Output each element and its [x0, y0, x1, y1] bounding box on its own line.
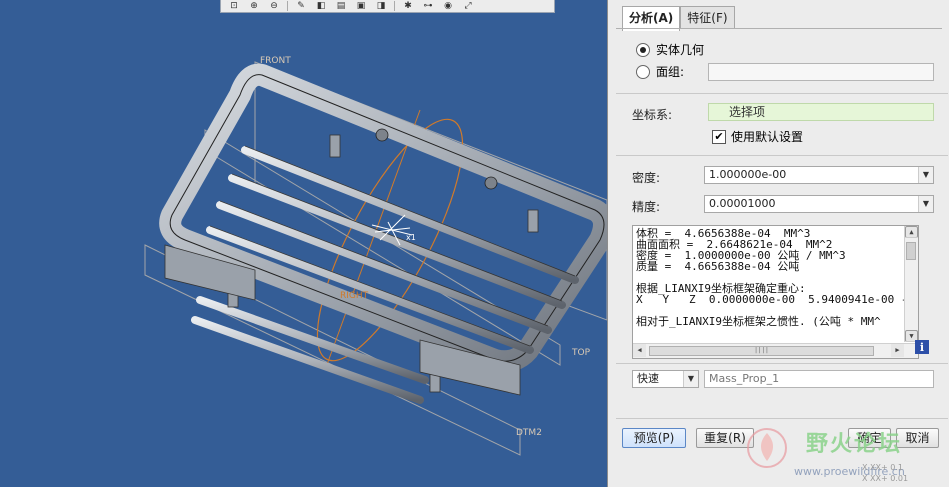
checkmark-icon: ✔ [712, 129, 726, 144]
section-divider [616, 93, 948, 94]
quilt-collector[interactable] [708, 63, 934, 81]
info-icon[interactable]: i [915, 340, 929, 354]
watermark-title: 野火论坛 [806, 432, 903, 457]
scroll-thumb[interactable] [906, 242, 916, 260]
scroll-up-icon[interactable]: ▲ [905, 226, 918, 238]
scroll-thumb[interactable]: |||| [649, 346, 874, 356]
top-datum-label: TOP [571, 348, 591, 358]
mass-properties-panel: 分析(A) 特征(F) 实体几何 面组: 坐标系: 选择项 ✔ 使用默认设置 密… [607, 0, 949, 487]
results-textbox[interactable]: 体积 = 4.6656388e-04 MM^3 曲面面积 = 2.6648621… [632, 225, 919, 359]
right-datum-label: RIGHT [340, 291, 369, 301]
solid-geometry-radio[interactable]: 实体几何 [636, 41, 704, 58]
use-default-checkbox[interactable]: ✔ 使用默认设置 [712, 128, 803, 145]
quilt-radio[interactable]: 面组: [636, 63, 684, 80]
csys-collector[interactable]: 选择项 [708, 103, 934, 121]
cancel-button[interactable]: 取消 [896, 428, 939, 448]
watermark-logo [742, 425, 792, 471]
annotation-display-icon[interactable]: ⊶ [419, 1, 437, 12]
result-line: X Y Z 0.0000000e-00 5.9400941e-00 -4 [636, 293, 915, 306]
model-graphics[interactable]: FRONT TOP RIGHT DTM2 x1 [0, 0, 607, 487]
vertical-scrollbar[interactable]: ▲ ▼ [904, 226, 918, 342]
csys-label: x1 [406, 233, 416, 242]
flame-logo-icon [747, 428, 787, 468]
result-line: 相对于_LIANXI9坐标框架之惯性. (公吨 * MM^ [636, 315, 881, 328]
chevron-down-icon: ▼ [918, 196, 933, 212]
horizontal-scrollbar[interactable]: ◀ |||| ▶ [633, 343, 918, 358]
zoom-out-icon[interactable]: ⊖ [265, 1, 283, 12]
density-dropdown[interactable]: 1.000000e-00 ▼ [704, 166, 934, 184]
density-label: 密度: [632, 171, 661, 185]
section-divider [616, 155, 948, 156]
chevron-down-icon: ▼ [918, 167, 933, 183]
csys-label: 坐标系: [632, 108, 673, 122]
tab-feature[interactable]: 特征(F) [680, 6, 735, 29]
density-value: 1.000000e-00 [709, 168, 787, 181]
datum-display-icon[interactable]: ◨ [372, 1, 390, 12]
saved-views-icon[interactable]: ▤ [332, 1, 350, 12]
accuracy-dropdown[interactable]: 0.00001000 ▼ [704, 195, 934, 213]
toolbar-divider [394, 1, 395, 11]
use-default-label: 使用默认设置 [731, 130, 804, 144]
radio-selected-icon [636, 42, 650, 57]
scroll-left-icon[interactable]: ◀ [633, 344, 646, 357]
watermark-sub1: X XX+ 0.1 [862, 463, 903, 472]
analysis-name-field[interactable]: Mass_Prop_1 [704, 370, 934, 388]
mode-value: 快速 [637, 372, 659, 385]
front-datum-label: FRONT [260, 56, 291, 66]
preview-button[interactable]: 预览(P) [622, 428, 686, 448]
model-viewport[interactable]: FRONT TOP RIGHT DTM2 x1 ⊡ ⊕ ⊖ ✎ ◧ ▤ ▣ ◨ … [0, 0, 607, 487]
accuracy-label: 精度: [632, 200, 661, 214]
point-display-icon[interactable]: ◉ [439, 1, 457, 12]
spin-center-icon[interactable]: ✱ [399, 1, 417, 12]
quilt-label: 面组: [656, 65, 685, 79]
tab-divider [616, 28, 942, 29]
radio-unselected-icon [636, 64, 650, 79]
view-manager-icon[interactable]: ◧ [312, 1, 330, 12]
repaint-icon[interactable]: ✎ [292, 1, 310, 12]
graphics-toolbar: ⊡ ⊕ ⊖ ✎ ◧ ▤ ▣ ◨ ✱ ⊶ ◉ ⤢ [220, 0, 555, 13]
watermark-sub2: X XX+ 0.01 [862, 474, 909, 483]
dtm2-datum-label: DTM2 [516, 428, 542, 438]
section-divider [616, 363, 948, 364]
scroll-right-icon[interactable]: ▶ [891, 344, 904, 357]
toolbar-divider [287, 1, 288, 11]
zoom-fit-icon[interactable]: ⊡ [225, 1, 243, 12]
mode-dropdown[interactable]: 快速 ▼ [632, 370, 699, 388]
solid-geometry-label: 实体几何 [656, 43, 705, 57]
section-divider [616, 418, 948, 419]
display-style-icon[interactable]: ▣ [352, 1, 370, 12]
chevron-down-icon: ▼ [683, 371, 698, 387]
result-line: 质量 = 4.6656388e-04 公吨 [636, 260, 800, 273]
zoom-in-icon[interactable]: ⊕ [245, 1, 263, 12]
accuracy-value: 0.00001000 [709, 197, 776, 210]
csys-display-icon[interactable]: ⤢ [459, 1, 477, 12]
